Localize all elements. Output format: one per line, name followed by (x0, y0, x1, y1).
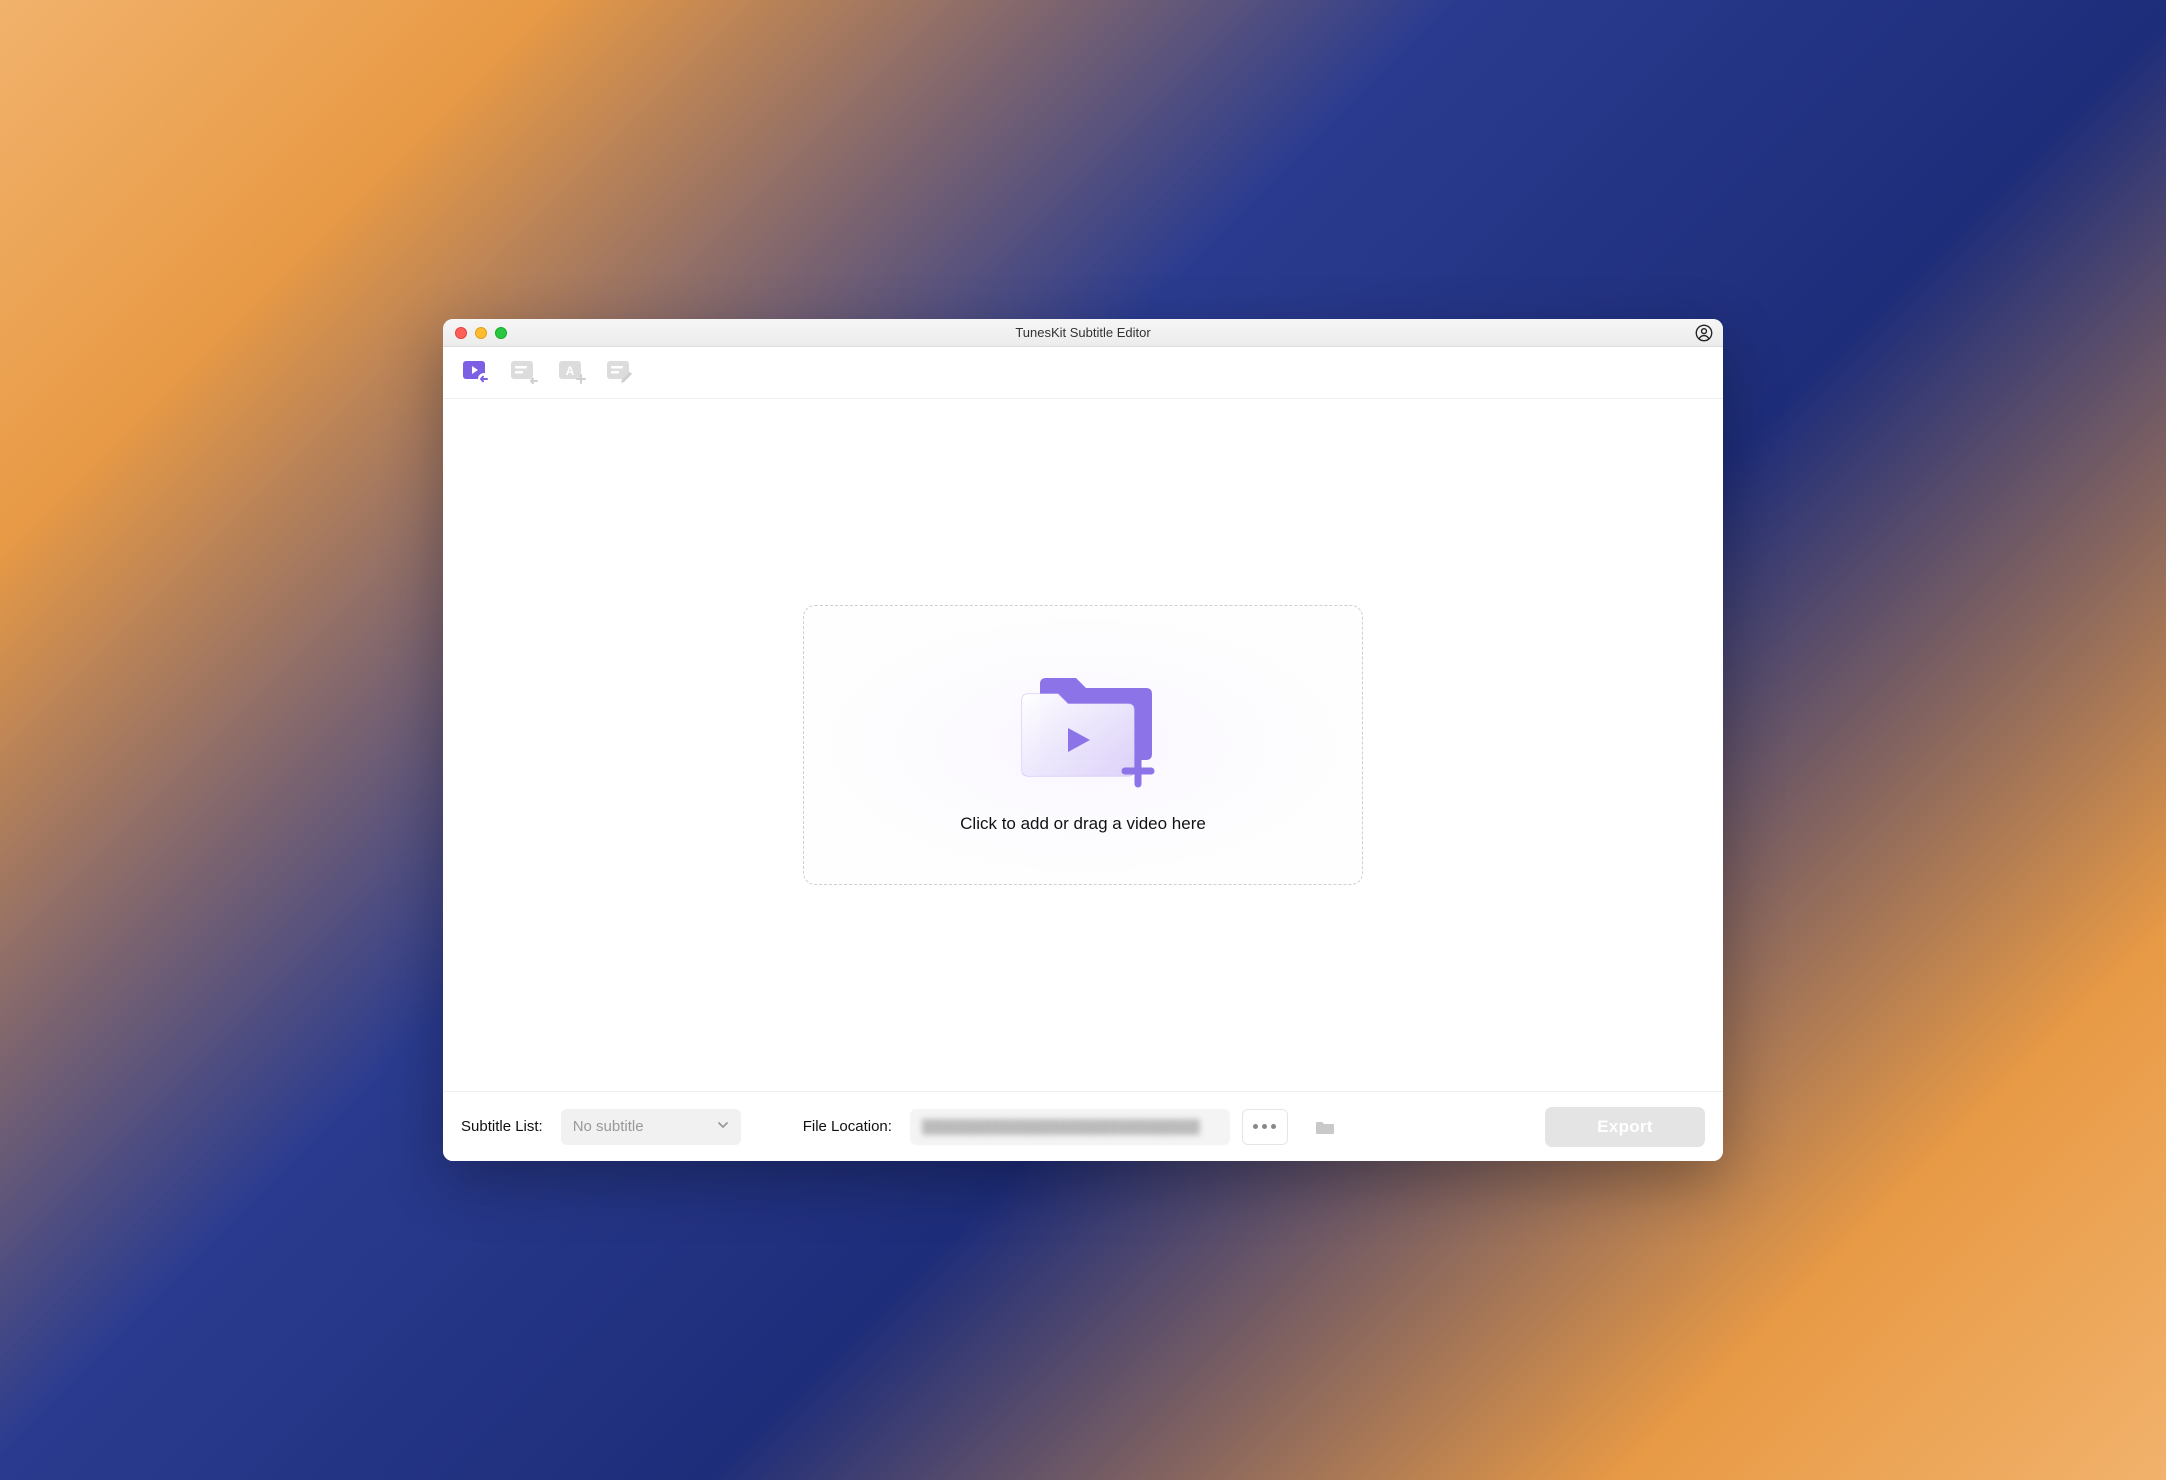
more-options-button[interactable] (1242, 1109, 1288, 1145)
close-button[interactable] (455, 327, 467, 339)
toolbar: A (443, 347, 1723, 399)
subtitle-style-button[interactable]: A (557, 358, 587, 388)
folder-plus-icon (998, 656, 1168, 796)
subtitle-list-label: Subtitle List: (461, 1118, 543, 1135)
main-area: Click to add or drag a video here (443, 399, 1723, 1091)
chevron-down-icon (717, 1118, 729, 1135)
edit-subtitle-button[interactable] (605, 358, 635, 388)
svg-text:A: A (566, 364, 575, 378)
dropzone-text: Click to add or drag a video here (960, 814, 1206, 834)
subtitle-list-select[interactable]: No subtitle (561, 1109, 741, 1145)
footer-bar: Subtitle List: No subtitle File Location… (443, 1091, 1723, 1161)
minimize-button[interactable] (475, 327, 487, 339)
export-button[interactable]: Export (1545, 1107, 1705, 1147)
titlebar: TunesKit Subtitle Editor (443, 319, 1723, 347)
video-dropzone[interactable]: Click to add or drag a video here (803, 605, 1363, 885)
file-location-label: File Location: (803, 1118, 892, 1135)
maximize-button[interactable] (495, 327, 507, 339)
browse-folder-button[interactable] (1314, 1116, 1336, 1138)
file-location-value: ████████████████████████████ (922, 1119, 1200, 1135)
window-title: TunesKit Subtitle Editor (443, 325, 1723, 340)
file-location-field: ████████████████████████████ (910, 1109, 1230, 1145)
app-window: TunesKit Subtitle Editor (443, 319, 1723, 1161)
import-video-button[interactable] (461, 358, 491, 388)
window-controls (455, 327, 507, 339)
account-icon[interactable] (1695, 324, 1713, 342)
import-subtitle-button[interactable] (509, 358, 539, 388)
subtitle-list-value: No subtitle (573, 1118, 644, 1135)
